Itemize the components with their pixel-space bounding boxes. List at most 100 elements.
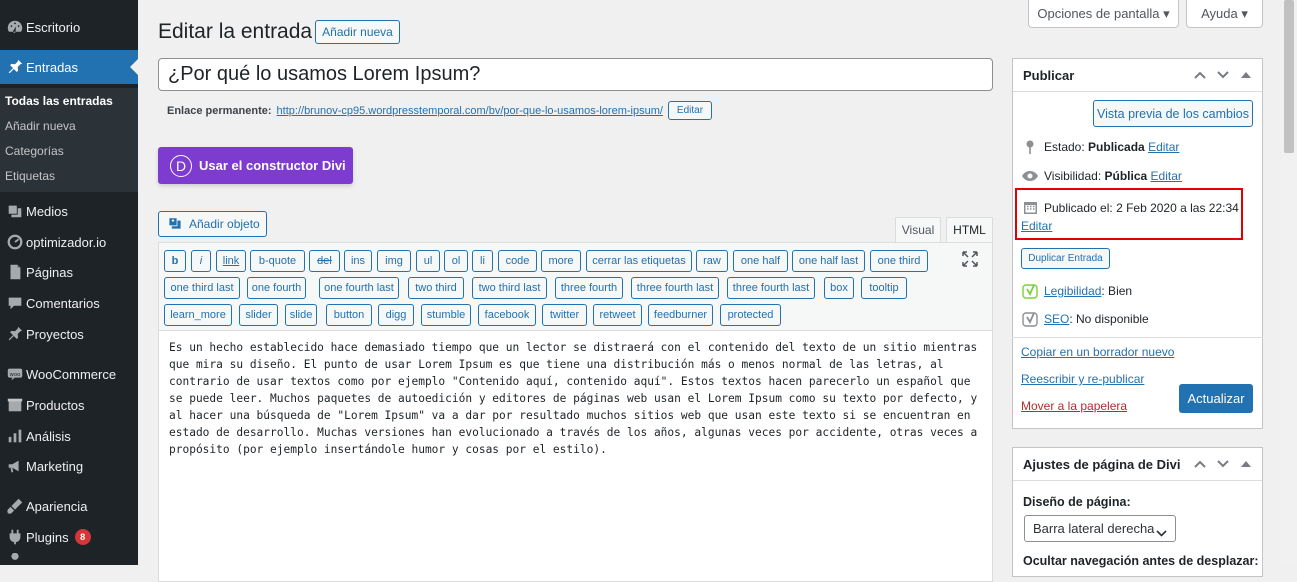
move-to-trash-link[interactable]: Mover a la papelera [1021,399,1127,413]
qt-feedburner-button[interactable]: feedburner [648,304,713,326]
divi-builder-button[interactable]: D Usar el constructor Divi [158,147,353,184]
tab-visual[interactable]: Visual [895,217,941,243]
permalink-row: Enlace permanente: http://brunov-cp95.wo… [167,101,713,120]
menu-item-woocommerce[interactable]: woo WooCommerce [0,357,138,391]
add-new-button[interactable]: Añadir nueva [315,20,400,44]
chevron-up-icon[interactable] [1192,67,1208,83]
qt-i-button[interactable]: i [191,250,211,272]
menu-item-apariencia[interactable]: Apariencia [0,489,138,523]
qt-close-tags-button[interactable]: cerrar las etiquetas [586,250,692,272]
qt-stumble-button[interactable]: stumble [421,304,471,326]
seo-row: SEO: No disponible [1021,311,1149,327]
permalink-url[interactable]: http://brunov-cp95.wordpresstemporal.com… [277,105,663,117]
post-title-input[interactable]: ¿Por qué lo usamos Lorem Ipsum? [158,58,993,91]
publish-divider [1012,337,1263,338]
qt-two-third-last-button[interactable]: two third last [472,277,547,299]
qt-del-button[interactable]: del [309,250,340,272]
menu-item-paginas[interactable]: Páginas [0,255,138,289]
qt-code-button[interactable]: code [498,250,537,272]
divi-settings-title: Ajustes de página de Divi [1023,456,1181,472]
qt-ol-button[interactable]: ol [444,250,468,272]
submenu-etiquetas[interactable]: Etiquetas [5,169,55,183]
edit-status-link[interactable]: Editar [1148,140,1179,154]
qt-img-button[interactable]: img [377,250,411,272]
scrollbar-thumb[interactable] [1284,0,1294,153]
menu-item-productos[interactable]: Productos [0,388,138,422]
menu-item-optimizador[interactable]: optimizador.io [0,225,138,259]
qt-slide-button[interactable]: slide [285,304,317,326]
screen-options-button[interactable]: Opciones de pantalla ▾ [1028,0,1179,28]
chevron-down-icon [1156,525,1167,540]
qt-learn-more-button[interactable]: learn_more [164,304,232,326]
duplicate-post-button[interactable]: Duplicar Entrada [1021,248,1110,269]
edit-date-link[interactable]: Editar [1021,219,1052,233]
menu-item-entradas[interactable]: Entradas [0,50,138,84]
qt-bquote-button[interactable]: b-quote [250,250,305,272]
qt-li-button[interactable]: li [472,250,493,272]
content-textarea[interactable]: Es un hecho establecido hace demasiado t… [169,339,984,458]
pages-icon [2,263,28,281]
qt-facebook-button[interactable]: facebook [478,304,536,326]
help-button[interactable]: Ayuda ▾ [1186,0,1263,28]
preview-changes-button[interactable]: Vista previa de los cambios [1093,100,1253,127]
menu-item-medios[interactable]: Medios [0,194,138,228]
qt-button-button[interactable]: button [326,304,372,326]
page-layout-select[interactable]: Barra lateral derecha [1024,515,1176,542]
qt-one-fourth-last-button[interactable]: one fourth last [319,277,399,299]
qt-retweet-button[interactable]: retweet [593,304,642,326]
collapse-triangle-icon[interactable] [1238,456,1254,472]
fullscreen-expand-icon[interactable] [962,251,978,270]
seo-link[interactable]: SEO [1044,312,1069,326]
readability-link[interactable]: Legibilidad [1044,284,1101,298]
qt-digg-button[interactable]: digg [378,304,414,326]
qt-protected-button[interactable]: protected [720,304,781,326]
menu-item-comentarios[interactable]: Comentarios [0,286,138,320]
chevron-down-icon[interactable] [1215,67,1231,83]
qt-two-third-button[interactable]: two third [408,277,464,299]
menu-item-marketing[interactable]: Marketing [0,449,138,483]
qt-raw-button[interactable]: raw [696,250,728,272]
qt-tooltip-button[interactable]: tooltip [861,277,907,299]
qt-ins-button[interactable]: ins [344,250,372,272]
qt-one-half-button[interactable]: one half [733,250,788,272]
rewrite-republish-link[interactable]: Reescribir y re-publicar [1021,372,1144,386]
copy-to-draft-link[interactable]: Copiar en un borrador nuevo [1021,345,1174,359]
qt-slider-button[interactable]: slider [239,304,278,326]
qt-more-button[interactable]: more [541,250,581,272]
users-icon [2,553,28,565]
qt-link-button[interactable]: link [216,250,246,272]
menu-item-proyectos[interactable]: Proyectos [0,317,138,351]
permalink-edit-button[interactable]: Editar [667,101,713,120]
qt-b-button[interactable]: b [164,250,186,272]
submenu-categorias[interactable]: Categorías [5,144,64,158]
qt-twitter-button[interactable]: twitter [542,304,587,326]
menu-item-usuarios-partial[interactable] [0,553,138,565]
menu-item-plugins[interactable]: Plugins 8 [0,520,138,554]
collapse-triangle-icon[interactable] [1238,67,1254,83]
tab-html[interactable]: HTML [946,217,993,243]
qt-one-third-last-button[interactable]: one third last [164,277,240,299]
qt-one-fourth-button[interactable]: one fourth [247,277,306,299]
qt-box-button[interactable]: box [824,277,854,299]
submenu-anadir-nueva[interactable]: Añadir nueva [5,119,76,133]
page-scrollbar[interactable] [1281,0,1297,565]
submenu-todas-las-entradas[interactable]: Todas las entradas [5,94,113,108]
menu-item-escritorio[interactable]: Escritorio [0,10,138,44]
chevron-down-icon[interactable] [1215,456,1231,472]
update-button[interactable]: Actualizar [1179,384,1253,413]
qt-three-fourth-last-button-2[interactable]: three fourth last [727,277,815,299]
chevron-up-icon[interactable] [1192,456,1208,472]
menu-item-analisis[interactable]: Análisis [0,419,138,453]
qt-three-fourth-last-button[interactable]: three fourth last [631,277,719,299]
qt-one-half-last-button[interactable]: one half last [792,250,865,272]
divi-settings-header: Ajustes de página de Divi [1013,448,1262,481]
edit-visibility-link[interactable]: Editar [1151,169,1182,183]
add-media-button[interactable]: Añadir objeto [158,211,267,237]
qt-one-third-button[interactable]: one third [870,250,928,272]
qt-ul-button[interactable]: ul [416,250,440,272]
marketing-icon [2,457,28,475]
yoast-seo-icon [1021,311,1039,327]
status-row: Estado: Publicada Editar [1021,139,1179,155]
media-add-icon [159,215,189,234]
qt-three-fourth-button[interactable]: three fourth [555,277,623,299]
